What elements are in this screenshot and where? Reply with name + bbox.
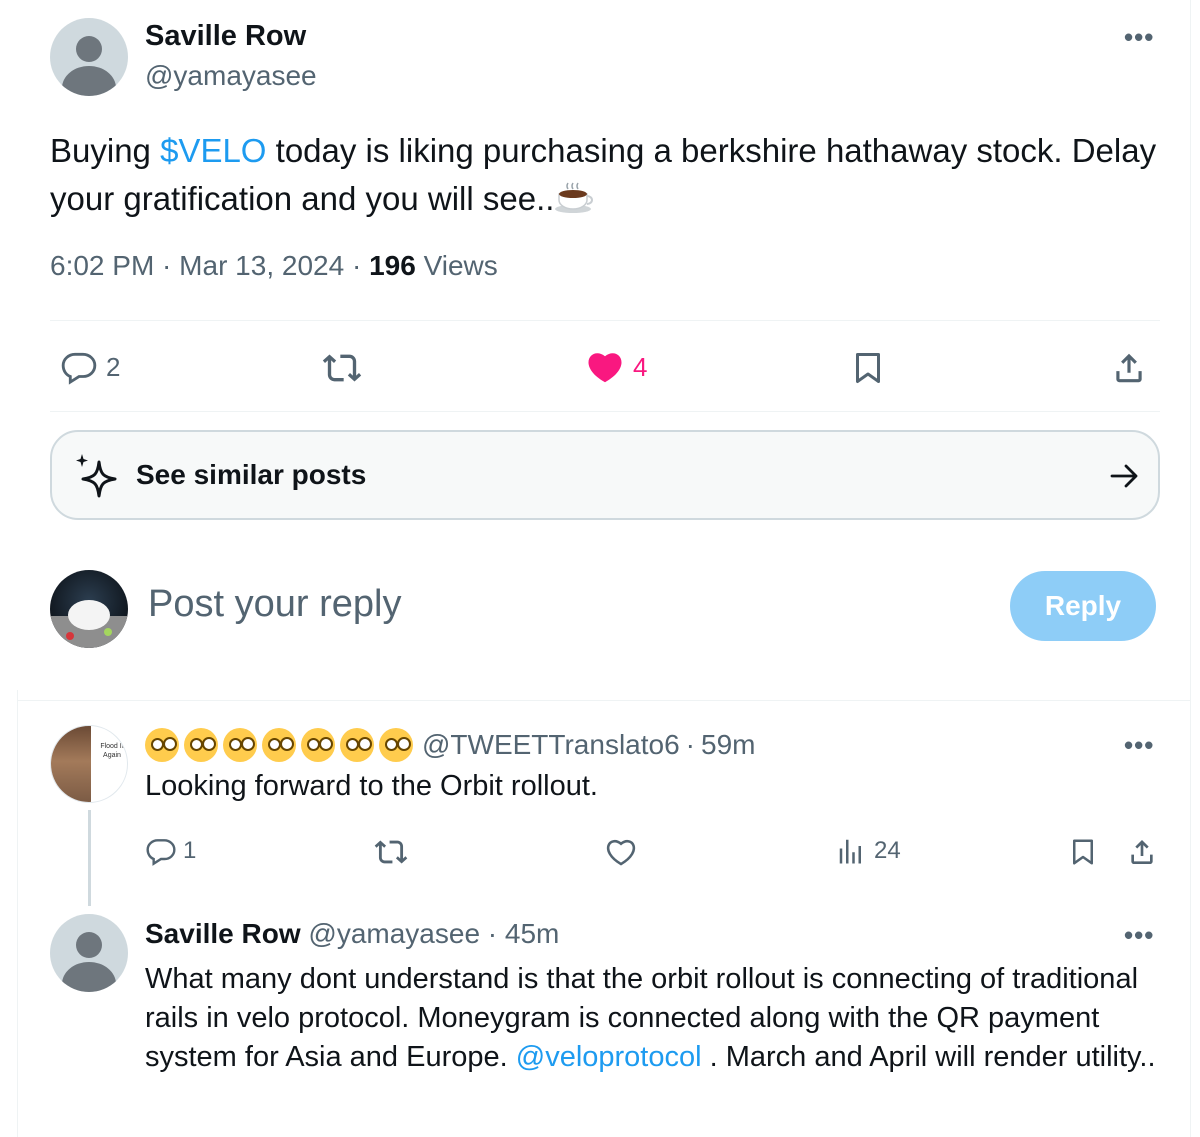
reply-action[interactable]: 2 [60,348,120,386]
monocle-face-icon [223,728,257,762]
repost-icon [374,840,408,864]
reply-handle[interactable]: @TWEETTranslato6 [422,729,680,761]
tweet-text: Buying $VELO today is liking purchasing … [50,127,1170,223]
reply-icon [61,352,97,385]
right-border [1190,0,1191,1137]
user-avatar[interactable] [50,570,128,648]
share-action[interactable] [1110,348,1148,388]
reply-author-avatar[interactable] [50,914,128,992]
author-handle[interactable]: @yamayasee [145,60,317,92]
author-avatar[interactable] [50,18,128,96]
author-name[interactable]: Saville Row [145,20,306,53]
share-icon [1131,840,1153,864]
reply-time[interactable]: 59m [701,729,755,761]
reply-author-name[interactable]: Saville Row [145,918,301,949]
reply-author-avatar[interactable]: Flood It Again [50,725,128,803]
share-icon [1116,353,1142,383]
bookmark-action[interactable] [850,348,886,388]
tweet-text-before: Buying [50,132,161,169]
reply-input[interactable]: Post your reply [148,583,401,626]
monocle-face-icon [262,728,296,762]
left-border [17,690,18,1137]
divider [50,320,1160,321]
repost-icon [322,354,362,382]
monocle-face-icon [379,728,413,762]
tweet-date[interactable]: Mar 13, 2024 [179,250,344,281]
heart-outline-icon [606,840,636,866]
bookmark-action[interactable] [1068,835,1098,869]
like-count: 4 [633,351,648,382]
cashtag-link[interactable]: $VELO [160,132,266,169]
more-options-icon[interactable]: ••• [1124,730,1154,761]
reply-text-after: . March and April will render utility.. [701,1041,1156,1073]
repost-action[interactable] [320,348,364,388]
hot-beverage-icon [554,179,594,213]
reply-text: What many dont understand is that the or… [145,960,1175,1077]
display-name-emoji[interactable] [145,728,418,762]
thread-line [88,810,91,906]
repost-action[interactable] [372,835,410,869]
reply-handle[interactable]: @yamayasee [308,918,480,949]
like-action[interactable] [604,835,638,869]
views-count: 24 [874,837,901,864]
more-options-icon[interactable]: ••• [1124,920,1154,951]
avatar-text: Flood It Again [100,743,124,759]
heart-icon [588,353,622,383]
monocle-face-icon [340,728,374,762]
reply-text: Looking forward to the Orbit rollout. [145,770,598,802]
reply-time[interactable]: 45m [505,918,559,949]
bookmark-icon [856,353,880,383]
monocle-face-icon [184,728,218,762]
more-options-icon[interactable]: ••• [1124,22,1154,53]
arrow-right-icon [1110,464,1138,488]
views-action[interactable]: 24 [836,835,901,867]
share-action[interactable] [1126,835,1158,869]
reply-icon [146,839,176,866]
views-label: Views [423,250,498,281]
mention-link[interactable]: @veloprotocol [516,1041,702,1073]
reply-count: 1 [183,837,197,864]
bookmark-icon [1073,839,1093,865]
monocle-face-icon [145,728,179,762]
like-action[interactable]: 4 [585,348,647,386]
reply-header: @TWEETTranslato6 · 59m [145,728,755,762]
reply-count: 2 [106,351,121,382]
reply-action[interactable]: 1 [145,835,196,867]
divider [17,700,1190,701]
reply-header: Saville Row @yamayasee · 45m [145,918,560,949]
tweet-meta: 6:02 PM · Mar 13, 2024 · 196 Views [50,250,498,281]
see-similar-posts-label: See similar posts [136,459,367,490]
divider [50,411,1160,412]
reply-button[interactable]: Reply [1010,571,1156,641]
see-similar-posts-button[interactable]: See similar posts [50,430,1160,520]
tweet-time[interactable]: 6:02 PM [50,250,154,281]
views-count: 196 [369,250,416,281]
sparkle-icon [76,454,117,498]
monocle-face-icon [301,728,335,762]
analytics-icon [839,839,861,864]
